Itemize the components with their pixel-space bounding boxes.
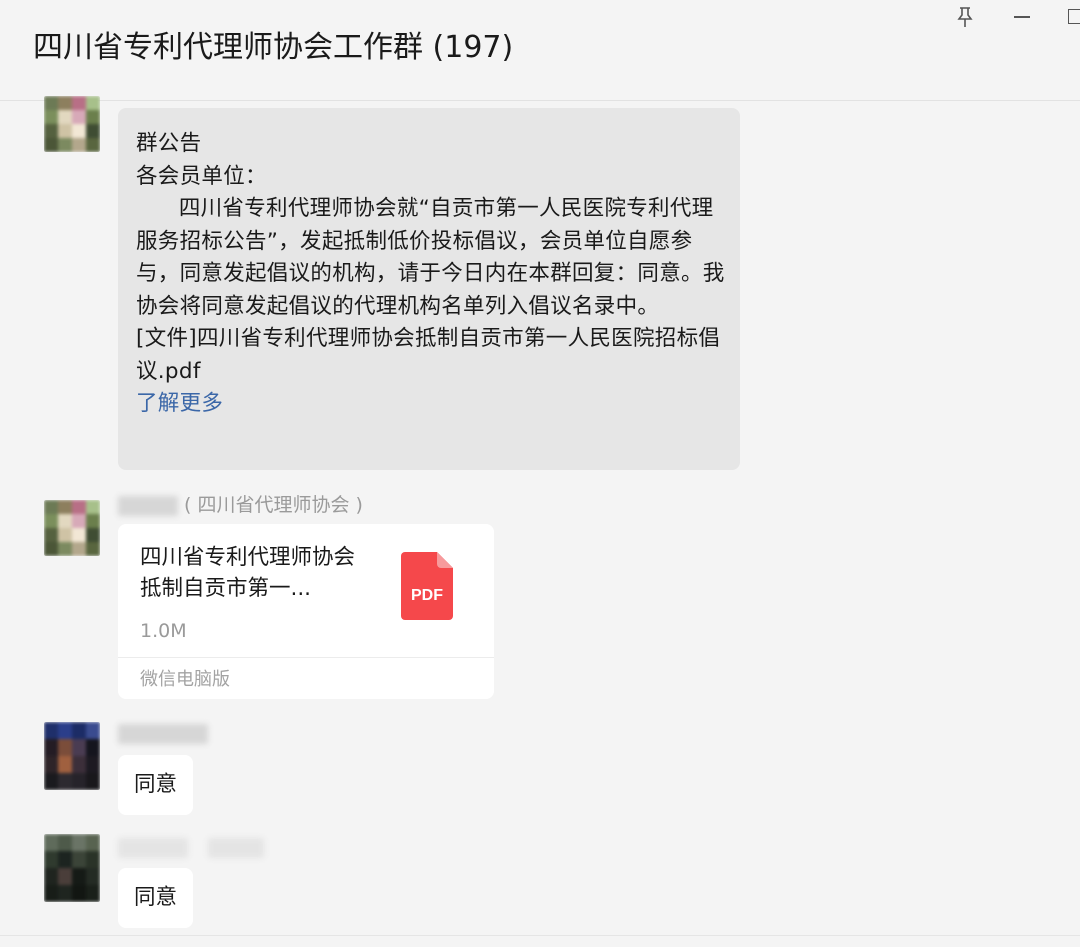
avatar[interactable] (44, 500, 100, 556)
blurred-name (118, 723, 208, 744)
chat-title: 四川省专利代理师协会工作群 (197) (33, 30, 514, 65)
notice-title: 群公告 (136, 131, 202, 156)
blurred-name (208, 837, 265, 858)
learn-more-link[interactable]: 了解更多 (136, 388, 726, 421)
file-message-card[interactable]: 四川省专利代理师协会抵制自贡市第一... 1.0M PDF 微信电脑版 (118, 524, 494, 699)
sender-name (118, 836, 265, 858)
group-notice-bubble[interactable]: 群公告 各会员单位： 四川省专利代理师协会就“自贡市第一人民医院专利代理服务招标… (118, 108, 740, 470)
file-source-label: 微信电脑版 (140, 669, 230, 690)
pin-icon[interactable] (952, 2, 978, 32)
notice-body: 各会员单位： 四川省专利代理师协会就“自贡市第一人民医院专利代理服务招标公告”，… (136, 163, 725, 384)
pdf-file-icon: PDF (401, 552, 453, 620)
sender-group-label: ( 四川省代理师协会 ) (184, 494, 363, 516)
avatar[interactable] (44, 834, 100, 902)
blurred-name (118, 495, 178, 516)
file-name: 四川省专利代理师协会抵制自贡市第一... (140, 545, 356, 601)
divider (118, 657, 494, 658)
divider (0, 935, 1080, 936)
message-bubble[interactable]: 同意 (118, 755, 194, 815)
minimize-icon[interactable] (1008, 2, 1036, 32)
maximize-icon[interactable] (1064, 2, 1080, 32)
file-size: 1.0M (140, 620, 187, 642)
message-bubble[interactable]: 同意 (118, 868, 194, 928)
blurred-name (118, 837, 188, 858)
avatar[interactable] (44, 722, 100, 790)
sender-name: ( 四川省代理师协会 ) (118, 490, 363, 517)
sender-name (118, 722, 208, 744)
pdf-icon-label: PDF (411, 587, 443, 604)
avatar[interactable] (44, 96, 100, 152)
chat-header: 四川省专利代理师协会工作群 (197) (0, 0, 1080, 101)
